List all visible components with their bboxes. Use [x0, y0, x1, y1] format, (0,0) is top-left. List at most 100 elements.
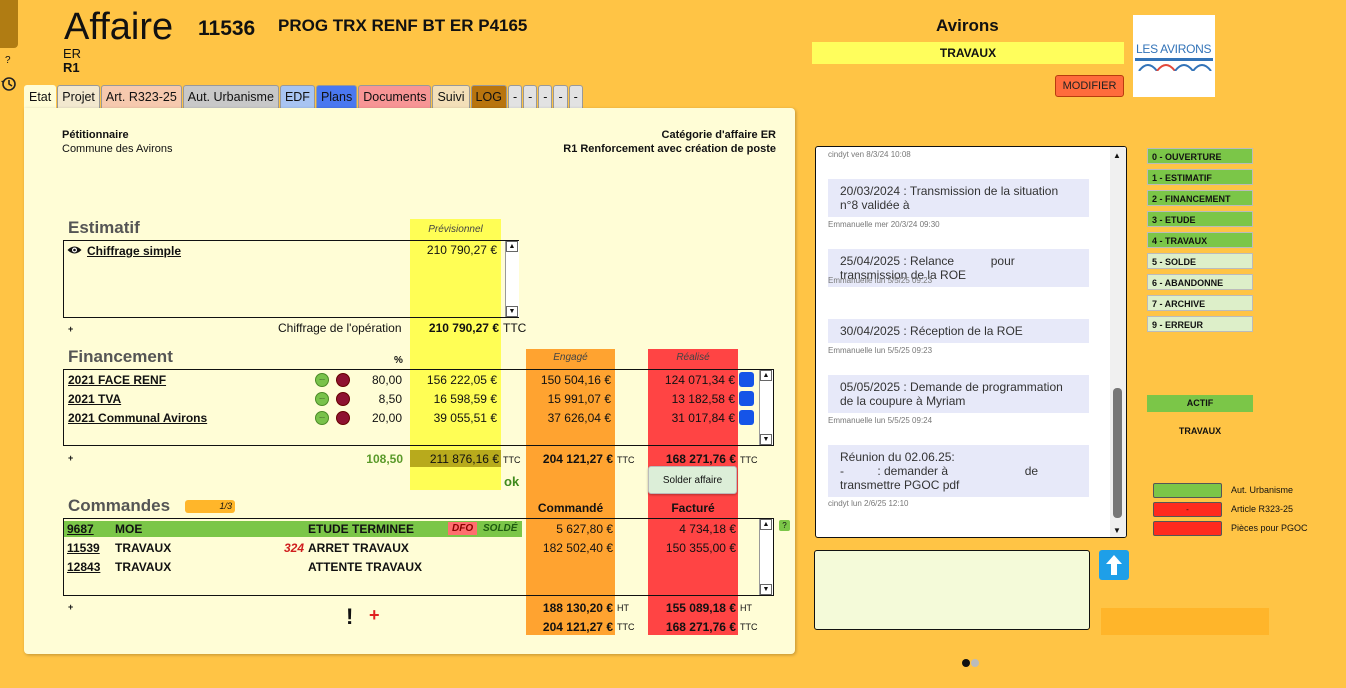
- scroll-down-icon[interactable]: ▼: [760, 584, 772, 595]
- add-commande-button[interactable]: +: [68, 602, 73, 612]
- status-step[interactable]: 6 - ABANDONNE: [1147, 274, 1253, 290]
- status-step[interactable]: 3 - ETUDE: [1147, 211, 1253, 227]
- financement-prev: 39 055,51 €: [433, 411, 497, 425]
- tab-11[interactable]: -: [538, 85, 553, 108]
- page-dot-active[interactable]: [962, 659, 970, 667]
- status-step[interactable]: 1 - ESTIMATIF: [1147, 169, 1253, 185]
- help-link[interactable]: ?: [5, 55, 11, 66]
- commande-total-ttc: 204 121,27 €: [542, 620, 613, 634]
- add-icon[interactable]: +: [369, 605, 380, 626]
- commande-type: TRAVAUX: [115, 541, 172, 555]
- tab-2[interactable]: Art. R323-25: [100, 85, 182, 108]
- financement-link[interactable]: 2021 FACE RENF: [68, 373, 166, 387]
- commandes-pager[interactable]: 1/3: [185, 500, 235, 513]
- financement-link[interactable]: 2021 TVA: [68, 392, 121, 406]
- chiffrage-simple-value: 210 790,27 €: [426, 243, 497, 257]
- tab-7[interactable]: Suivi: [432, 85, 470, 108]
- tab-1[interactable]: Projet: [57, 85, 100, 108]
- engage-header: Engagé: [553, 352, 588, 363]
- pct-header: %: [394, 355, 403, 366]
- commande-id-link[interactable]: 12843: [67, 560, 100, 574]
- realise-header: Réalisé: [676, 352, 710, 363]
- add-estimatif-button[interactable]: +: [68, 324, 73, 334]
- status-step[interactable]: 5 - SOLDE: [1147, 253, 1253, 269]
- tab-10[interactable]: -: [523, 85, 538, 108]
- facture-header: Facturé: [671, 501, 715, 515]
- tab-6[interactable]: Documents: [358, 85, 432, 108]
- estimatif-title: Estimatif: [68, 218, 140, 237]
- scroll-up-icon[interactable]: ▲: [506, 241, 518, 252]
- scroll-down-icon[interactable]: ▼: [506, 306, 518, 317]
- status-step[interactable]: 7 - ARCHIVE: [1147, 295, 1253, 311]
- chiffrage-simple-link[interactable]: Chiffrage simple: [87, 244, 181, 258]
- financement-scrollbar[interactable]: ▲ ▼: [759, 370, 773, 445]
- message-meta: Emmanuelle lun 5/5/25 09:23: [828, 276, 933, 285]
- legend-label: Aut. Urbanisme: [1231, 485, 1294, 495]
- total-prev: 211 876,16 €: [429, 452, 499, 466]
- chat-scrollbar[interactable]: ▲ ▼: [1110, 147, 1126, 537]
- add-financement-button[interactable]: +: [68, 453, 73, 463]
- send-button[interactable]: [1099, 550, 1129, 580]
- tab-4[interactable]: EDF: [279, 85, 315, 108]
- history-icon[interactable]: [0, 75, 18, 93]
- commande-id-link[interactable]: 11539: [67, 541, 100, 555]
- actif-status[interactable]: ACTIF: [1147, 395, 1253, 412]
- message-meta: cindyt ven 8/3/24 10:08: [828, 150, 911, 159]
- details-dot-icon[interactable]: ...: [315, 411, 329, 425]
- categorie-label: Catégorie d'affaire ER: [661, 129, 776, 141]
- solder-affaire-button[interactable]: Solder affaire: [648, 466, 737, 494]
- details-dot-icon[interactable]: ...: [315, 392, 329, 406]
- legend-swatch: -: [1153, 502, 1222, 517]
- scroll-up-icon[interactable]: ▲: [760, 519, 772, 530]
- eye-icon[interactable]: [67, 244, 82, 258]
- financement-link[interactable]: 2021 Communal Avirons: [68, 411, 207, 425]
- info-bar: [1101, 608, 1269, 635]
- message-input[interactable]: [814, 550, 1090, 630]
- chat-message: 05/05/2025 : Demande de programmation de…: [828, 375, 1089, 413]
- status-step[interactable]: 0 - OUVERTURE: [1147, 148, 1253, 164]
- total-engage: 204 121,27 €: [542, 452, 613, 466]
- scroll-up-icon[interactable]: ▲: [760, 370, 772, 381]
- commandes-title: Commandes: [68, 496, 171, 515]
- commandes-help-button[interactable]: ?: [779, 520, 790, 531]
- ht-label: HT: [617, 603, 629, 613]
- scroll-up-icon[interactable]: ▲: [1113, 151, 1121, 160]
- commande-id-link[interactable]: 9687: [67, 522, 94, 536]
- financement-realise: 13 182,58 €: [671, 392, 735, 406]
- suivi-chat[interactable]: cindyt ven 8/3/24 10:08 20/03/2024 : Tra…: [815, 146, 1127, 538]
- tab-12[interactable]: -: [553, 85, 568, 108]
- status-step[interactable]: 2 - FINANCEMENT: [1147, 190, 1253, 206]
- tab-13[interactable]: -: [568, 85, 583, 108]
- affaire-category: R1: [63, 60, 80, 75]
- alert-icon[interactable]: !: [346, 604, 353, 630]
- status-step[interactable]: 4 - TRAVAUX: [1147, 232, 1253, 248]
- financement-engage: 37 626,04 €: [547, 411, 611, 425]
- facture-amount: 4 734,18 €: [679, 522, 736, 536]
- details-dot-icon[interactable]: ...: [315, 373, 329, 387]
- commandes-scrollbar[interactable]: ▲ ▼: [759, 519, 773, 595]
- estimatif-scrollbar[interactable]: ▲ ▼: [505, 241, 519, 317]
- actif-phase: TRAVAUX: [1178, 426, 1222, 436]
- page-dot[interactable]: [971, 659, 979, 667]
- commune-logo: LES AVIRONS: [1133, 15, 1215, 97]
- tab-8[interactable]: LOG: [470, 85, 507, 108]
- commande-type: MOE: [115, 522, 143, 536]
- legend-label: Pièces pour PGOC: [1231, 523, 1308, 533]
- side-handle[interactable]: [0, 0, 18, 48]
- previsionnel-header: Prévisionnel: [428, 224, 483, 235]
- tab-9[interactable]: -: [507, 85, 523, 108]
- edit-square-icon[interactable]: [739, 372, 754, 387]
- tab-5[interactable]: Plans: [315, 85, 358, 108]
- edit-square-icon[interactable]: [739, 391, 754, 406]
- legend-swatch: [1153, 521, 1222, 536]
- tab-3[interactable]: Aut. Urbanisme: [182, 85, 279, 108]
- status-step[interactable]: 9 - ERREUR: [1147, 316, 1253, 332]
- chat-scroll-thumb[interactable]: [1113, 388, 1122, 518]
- edit-square-icon[interactable]: [739, 410, 754, 425]
- logo-text: LES AVIRONS: [1136, 42, 1212, 56]
- scroll-down-icon[interactable]: ▼: [760, 434, 772, 445]
- tab-0[interactable]: Etat: [24, 85, 57, 109]
- scroll-down-icon[interactable]: ▼: [1113, 526, 1121, 535]
- modifier-button[interactable]: MODIFIER: [1055, 75, 1124, 97]
- financement-pct: 20,00: [371, 411, 402, 425]
